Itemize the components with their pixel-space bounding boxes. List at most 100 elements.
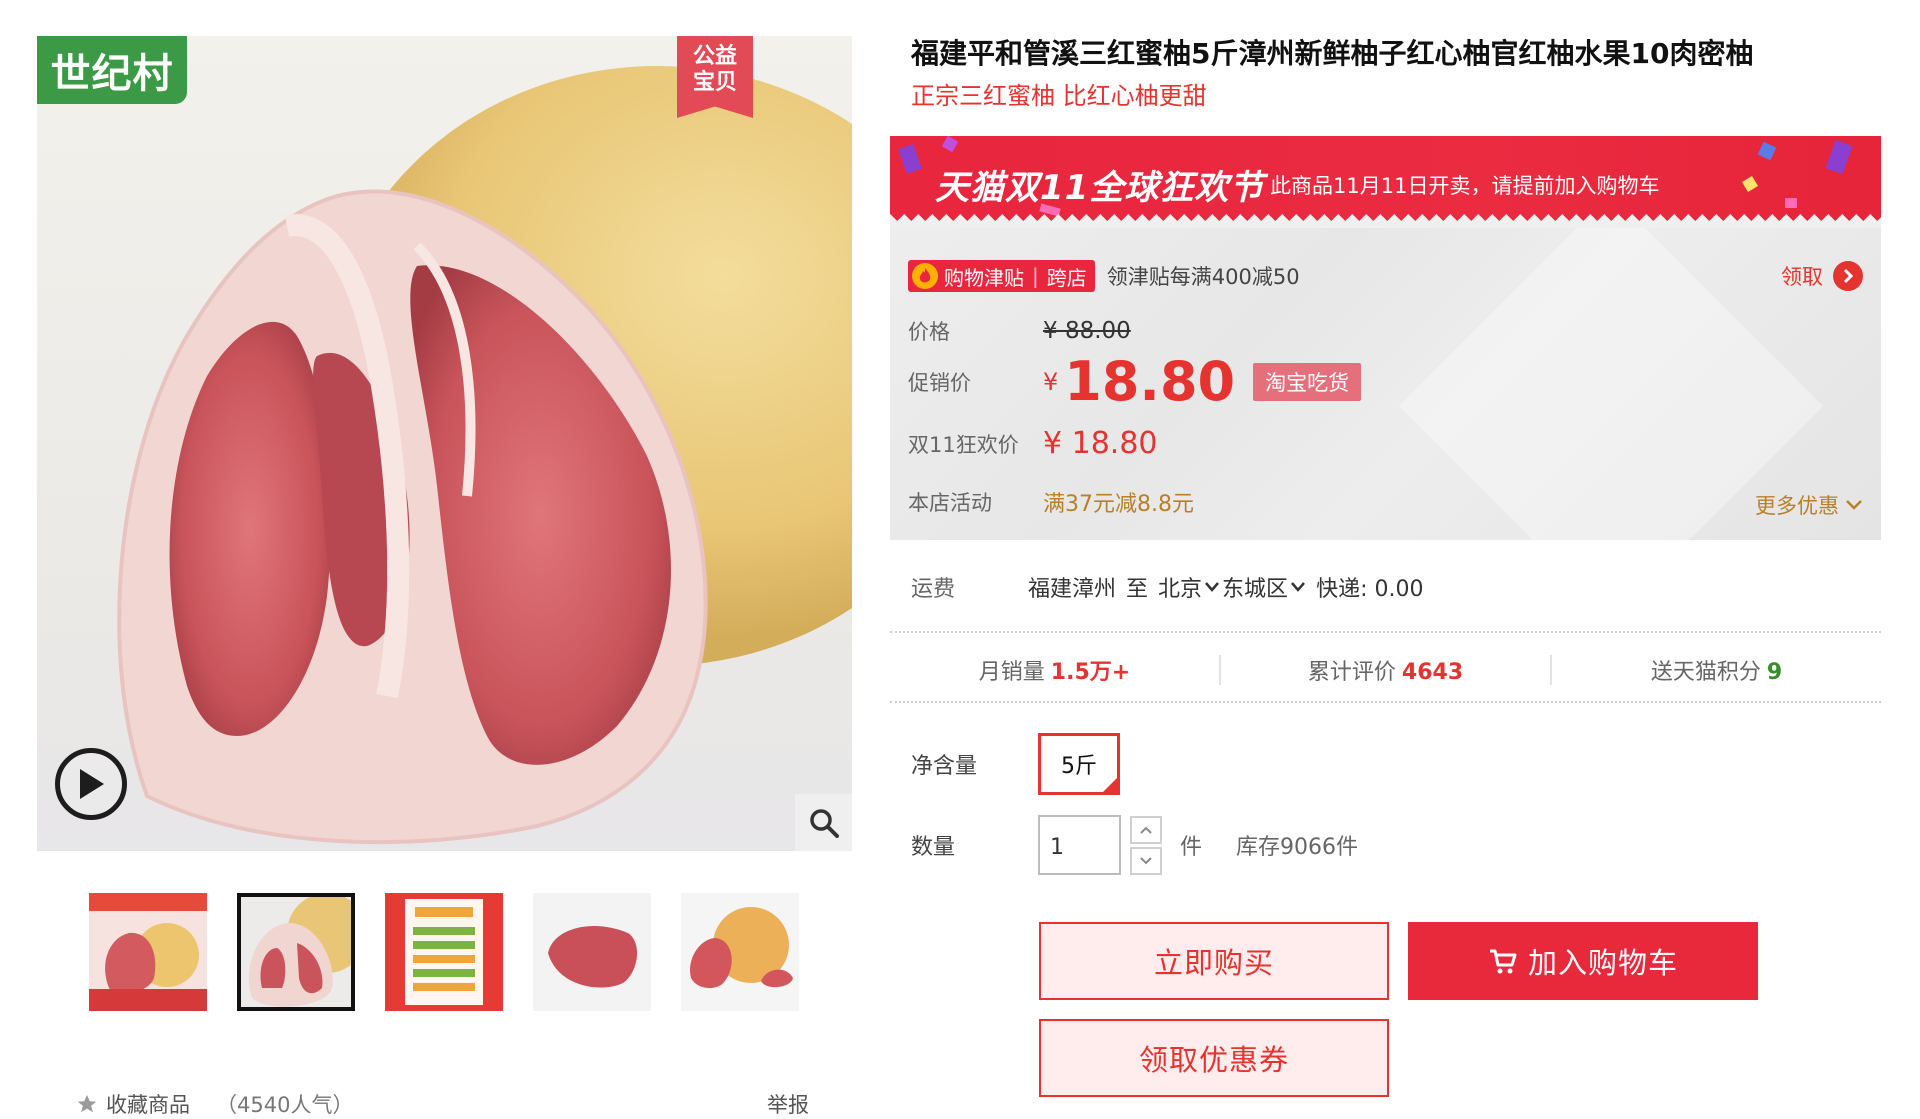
original-price-row: 价格 ¥ 88.00 [908,316,1131,346]
favorite-count: （4540人气） [216,1093,354,1117]
quantity-increase-button[interactable] [1130,815,1162,844]
promo-price-row: 促销价 ¥ 18.80 淘宝吃货 [908,350,1362,413]
shop-activity-row: 本店活动 满37元减8.8元 [908,486,1194,518]
divider [890,701,1881,703]
monthly-sales: 月销量 1.5万+ [890,654,1219,686]
thumbnail-pomelo-segment-icon [533,893,651,1011]
zoom-button[interactable] [795,794,852,851]
charity-badge-line1: 公益 [692,44,737,69]
city-dropdown[interactable]: 北京 [1158,571,1222,603]
double11-banner: 天猫双11全球狂欢节 此商品11月11日开卖，请提前加入购物车 [890,136,1881,228]
more-offers-label: 更多优惠 [1755,494,1839,518]
thumbnail-2[interactable] [237,893,355,1011]
d11-label: 双11狂欢价 [908,432,1019,457]
quantity-row: 数量 1 件 库存9066件 [911,815,1358,875]
more-offers-link[interactable]: 更多优惠 [1755,490,1863,520]
star-icon [77,1094,97,1113]
sku-option-label: 5斤 [1061,754,1097,779]
shipping-row: 运费 福建漳州 至 北京 东城区 快递: 0.00 [911,571,1423,603]
chevron-down-icon [1291,582,1306,592]
claim-coupon-link[interactable]: 领取 [1781,261,1863,291]
add-to-cart-button[interactable]: 加入购物车 [1408,922,1758,1000]
stock-count: 库存9066件 [1236,835,1359,860]
flame-icon [912,263,938,289]
double11-title: 天猫双11全球狂欢节 [935,168,1265,208]
charity-badge: 公益 宝贝 [677,36,753,118]
search-icon [809,808,839,838]
price-label: 价格 [908,320,950,344]
sku-option-5jin[interactable]: 5斤 [1038,733,1120,795]
main-product-image[interactable]: 世纪村 公益 宝贝 [37,36,852,851]
reviews-label: 累计评价 [1307,660,1396,685]
city-value: 北京 [1158,577,1203,602]
coupon-tag: 购物津贴 | 跨店 [908,260,1095,292]
thumbnail-info-poster-icon [385,893,503,1011]
coupon-description: 领津贴每满400减50 [1106,265,1300,289]
thumbnail-strip [89,893,799,1011]
district-value: 东城区 [1222,577,1289,602]
weight-label: 净含量 [911,754,978,779]
shop-activity: 满37元减8.8元 [1043,492,1194,517]
total-reviews[interactable]: 累计评价 4643 [1221,654,1550,686]
pomelo-photo [117,66,852,845]
chevron-down-icon [1205,582,1219,592]
original-price: ¥ 88.00 [1043,318,1131,344]
report-link[interactable]: 举报 [767,1089,809,1119]
product-title: 福建平和管溪三红蜜柚5斤漳州新鲜柚子红心柚官红柚水果10肉密柚 [911,37,1754,70]
cart-icon [1489,949,1517,974]
video-play-button[interactable] [55,748,127,820]
double11-note: 此商品11月11日开卖，请提前加入购物车 [1270,174,1660,198]
thumbnail-poster-icon [89,893,207,1011]
shipping-label: 运费 [911,577,956,602]
thumbnail-3[interactable] [385,893,503,1011]
charity-badge-line2: 宝贝 [692,70,737,95]
thumbnail-pomelo-cut-icon [237,893,355,1011]
d11-price: ¥ 18.80 [1043,426,1158,461]
promo-panel: 天猫双11全球狂欢节 此商品11月11日开卖，请提前加入购物车 购物津贴 | 跨… [890,136,1881,540]
thumbnail-4[interactable] [533,893,651,1011]
quantity-label: 数量 [911,835,956,860]
claim-label: 领取 [1781,265,1823,289]
points-value: 9 [1766,660,1783,685]
points-label: 送天猫积分 [1650,660,1761,685]
divider [890,631,1881,633]
chevron-right-icon [1833,261,1863,291]
promo-price: 18.80 [1064,350,1236,413]
tmall-points: 送天猫积分 9 [1552,654,1881,686]
buy-now-button[interactable]: 立即购买 [1039,922,1389,1000]
chevron-up-icon [1140,826,1152,834]
promo-label: 促销价 [908,370,971,395]
monthly-sales-value: 1.5万+ [1050,660,1131,685]
shipping-to: 至 [1126,577,1149,602]
check-corner-icon [1102,777,1118,793]
quantity-decrease-button[interactable] [1130,846,1162,875]
d11-price-row: 双11狂欢价 ¥ 18.80 [908,426,1158,461]
chevron-down-icon [1140,856,1152,864]
stats-row: 月销量 1.5万+ 累计评价 4643 送天猫积分 9 [890,650,1881,690]
yen-symbol: ¥ [1043,367,1059,396]
weight-option-row: 净含量 5斤 [911,733,1120,795]
chevron-down-icon [1846,500,1862,510]
coupon-tag-label: 购物津贴 [944,265,1024,290]
thumbnail-1[interactable] [89,893,207,1011]
play-icon [80,769,104,799]
coupon-row: 购物津贴 | 跨店 领津贴每满400减50 领取 [908,260,1863,292]
product-subtitle: 正宗三红蜜柚 比红心柚更甜 [911,82,1207,110]
thumbnail-pomelo-whole-icon [681,893,799,1011]
coupon-tag-label2: 跨店 [1046,265,1087,290]
thumbnail-5[interactable] [681,893,799,1011]
quantity-stepper [1130,815,1162,875]
shop-label: 本店活动 [908,491,992,515]
shipping-origin: 福建漳州 [1028,577,1117,602]
favorite-label: 收藏商品 [106,1093,190,1117]
brand-badge: 世纪村 [37,36,187,104]
claim-coupon-button[interactable]: 领取优惠券 [1039,1019,1389,1097]
district-dropdown[interactable]: 东城区 [1222,571,1308,603]
monthly-sales-label: 月销量 [978,660,1045,685]
reviews-value: 4643 [1401,660,1464,685]
shipping-express: 快递: 0.00 [1316,577,1424,602]
quantity-unit: 件 [1180,835,1203,860]
promo-badge: 淘宝吃货 [1253,362,1362,401]
favorite-link[interactable]: 收藏商品 （4540人气） [76,1089,353,1119]
quantity-input[interactable]: 1 [1038,815,1121,875]
